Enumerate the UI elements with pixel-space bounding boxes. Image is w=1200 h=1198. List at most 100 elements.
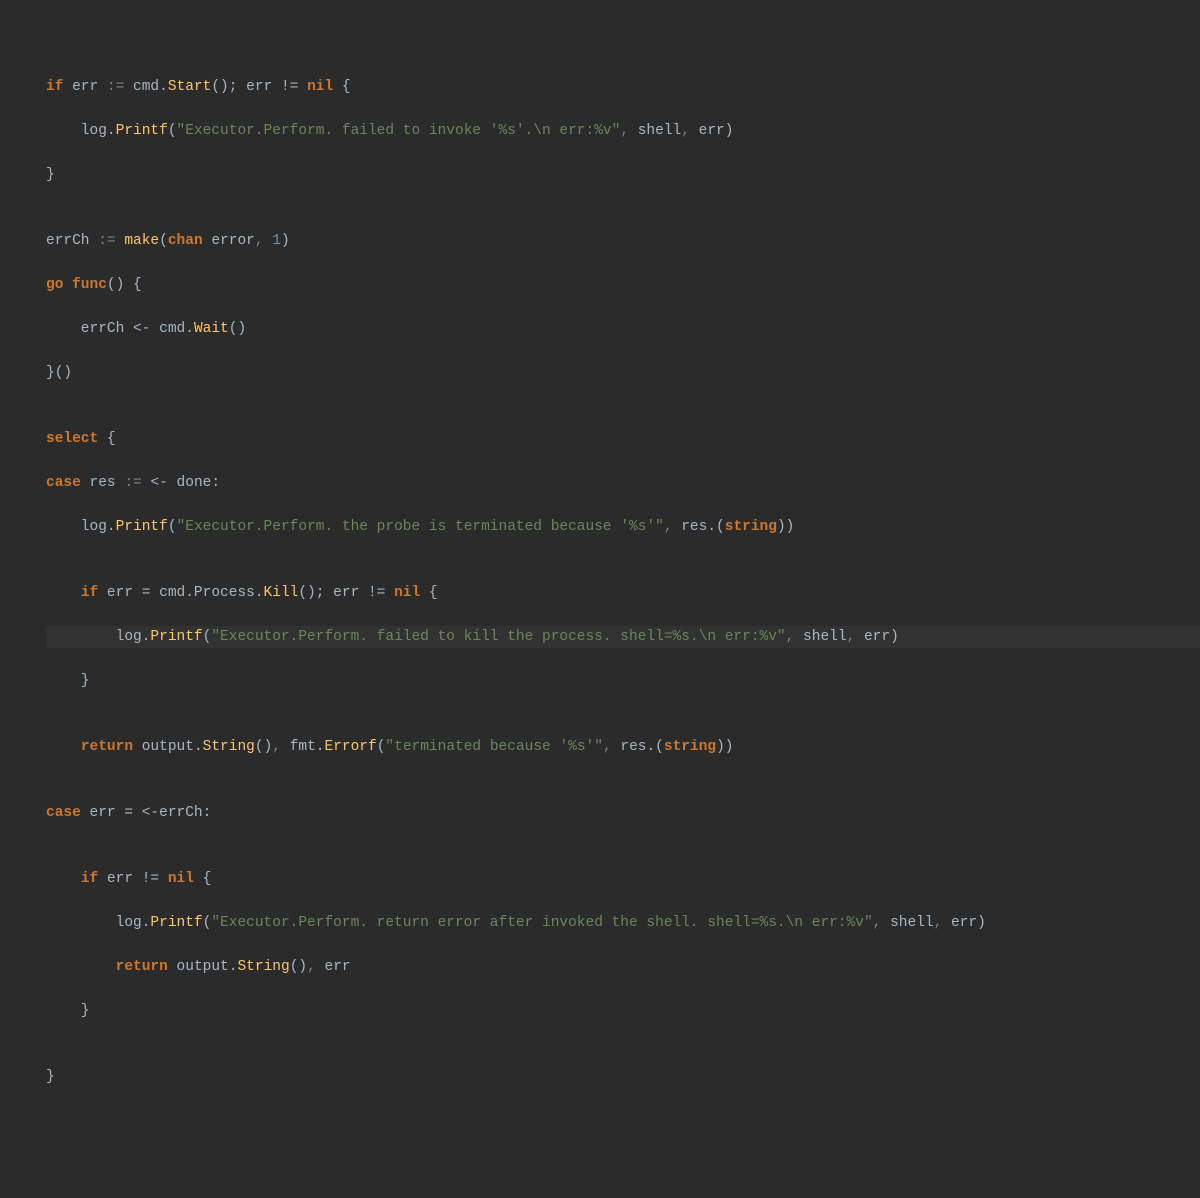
code-token: Kill (264, 585, 299, 601)
code-token: , (873, 915, 890, 931)
code-token: , (934, 915, 951, 931)
code-token: String (203, 739, 255, 755)
code-token: make (124, 233, 159, 249)
code-token: , (786, 629, 803, 645)
code-token: , (664, 519, 681, 535)
code-token: err (325, 959, 351, 975)
code-token: output. (133, 739, 203, 755)
code-line: } (46, 1066, 1200, 1088)
code-line: log.Printf("Executor.Perform. the probe … (46, 516, 1200, 538)
code-token: Start (168, 79, 212, 95)
code-token: ) (281, 233, 290, 249)
code-token: { (333, 79, 350, 95)
code-token: { (420, 585, 437, 601)
code-line: } (46, 164, 1200, 186)
code-token: )) (777, 519, 794, 535)
code-token: log. (46, 519, 116, 535)
code-line: errCh <- cmd.Wait() (46, 318, 1200, 340)
code-token: ( (203, 915, 212, 931)
code-token: () { (107, 277, 142, 293)
code-token: )) (716, 739, 733, 755)
code-line: log.Printf("Executor.Perform. return err… (46, 912, 1200, 934)
code-line: log.Printf("Executor.Perform. failed to … (46, 120, 1200, 142)
code-token: { (98, 431, 115, 447)
code-token: { (194, 871, 211, 887)
code-token: shell (638, 123, 682, 139)
code-line: return output.String(), err (46, 956, 1200, 978)
code-token: "Executor.Perform. failed to kill the pr… (211, 629, 785, 645)
code-line: case res := <- done: (46, 472, 1200, 494)
code-token: , (307, 959, 324, 975)
code-token: select (46, 431, 98, 447)
code-token: if (81, 871, 98, 887)
code-line: if err = cmd.Process.Kill(); err != nil … (46, 582, 1200, 604)
code-token: err = <-errCh: (81, 805, 212, 821)
code-token: ( (203, 629, 212, 645)
code-token: res (81, 475, 125, 491)
code-token: ( (377, 739, 386, 755)
code-line: } (46, 670, 1200, 692)
code-token: error (203, 233, 255, 249)
code-token: ( (159, 233, 168, 249)
code-line: }() (46, 362, 1200, 384)
code-token: err) (864, 629, 899, 645)
code-token: string (664, 739, 716, 755)
code-token: log. (46, 629, 150, 645)
code-line: case err = <-errCh: (46, 802, 1200, 824)
code-line: errCh := make(chan error, 1) (46, 230, 1200, 252)
code-token: log. (46, 915, 150, 931)
code-token: , (681, 123, 698, 139)
code-token: cmd. (133, 79, 168, 95)
code-token (46, 871, 81, 887)
code-token: () (255, 739, 272, 755)
code-token: Printf (116, 123, 168, 139)
code-token (46, 959, 116, 975)
code-token: err (63, 79, 107, 95)
code-line: return output.String(), fmt.Errorf("term… (46, 736, 1200, 758)
code-line: go func() { (46, 274, 1200, 296)
code-token: } (46, 1069, 55, 1085)
code-token: , (847, 629, 864, 645)
code-token: Printf (150, 629, 202, 645)
code-token: go func (46, 277, 107, 293)
code-token: Errorf (325, 739, 377, 755)
code-token: , (255, 233, 272, 249)
code-token: errCh <- cmd. (46, 321, 194, 337)
code-token: } (46, 673, 90, 689)
code-token: , (603, 739, 620, 755)
code-token: res.( (681, 519, 725, 535)
code-token: shell (890, 915, 934, 931)
code-editor[interactable]: if err := cmd.Start(); err != nil { log.… (46, 76, 1200, 1110)
code-token: return (81, 739, 133, 755)
code-token: Printf (116, 519, 168, 535)
code-token: () (290, 959, 307, 975)
code-token: case (46, 805, 81, 821)
code-token: nil (168, 871, 194, 887)
code-token: (); err != (211, 79, 307, 95)
code-token: if (81, 585, 98, 601)
code-token: err != (98, 871, 168, 887)
code-token (46, 585, 81, 601)
code-token (46, 739, 81, 755)
code-token: res.( (620, 739, 664, 755)
code-token: := (124, 475, 150, 491)
code-token: := (107, 79, 133, 95)
code-token: output. (168, 959, 238, 975)
code-token: shell (803, 629, 847, 645)
code-token: 1 (272, 233, 281, 249)
code-token: Wait (194, 321, 229, 337)
code-line: select { (46, 428, 1200, 450)
code-token: "terminated because '%s'" (385, 739, 603, 755)
code-token: , (620, 123, 637, 139)
code-token: log. (46, 123, 116, 139)
code-token: if (46, 79, 63, 95)
code-token: chan (168, 233, 203, 249)
code-token: () (229, 321, 246, 337)
code-token: errCh (46, 233, 98, 249)
code-token: Printf (150, 915, 202, 931)
code-token: "Executor.Perform. the probe is terminat… (177, 519, 664, 535)
code-token: err) (951, 915, 986, 931)
code-line: log.Printf("Executor.Perform. failed to … (46, 626, 1200, 648)
code-token: case (46, 475, 81, 491)
code-token: "Executor.Perform. return error after in… (211, 915, 872, 931)
